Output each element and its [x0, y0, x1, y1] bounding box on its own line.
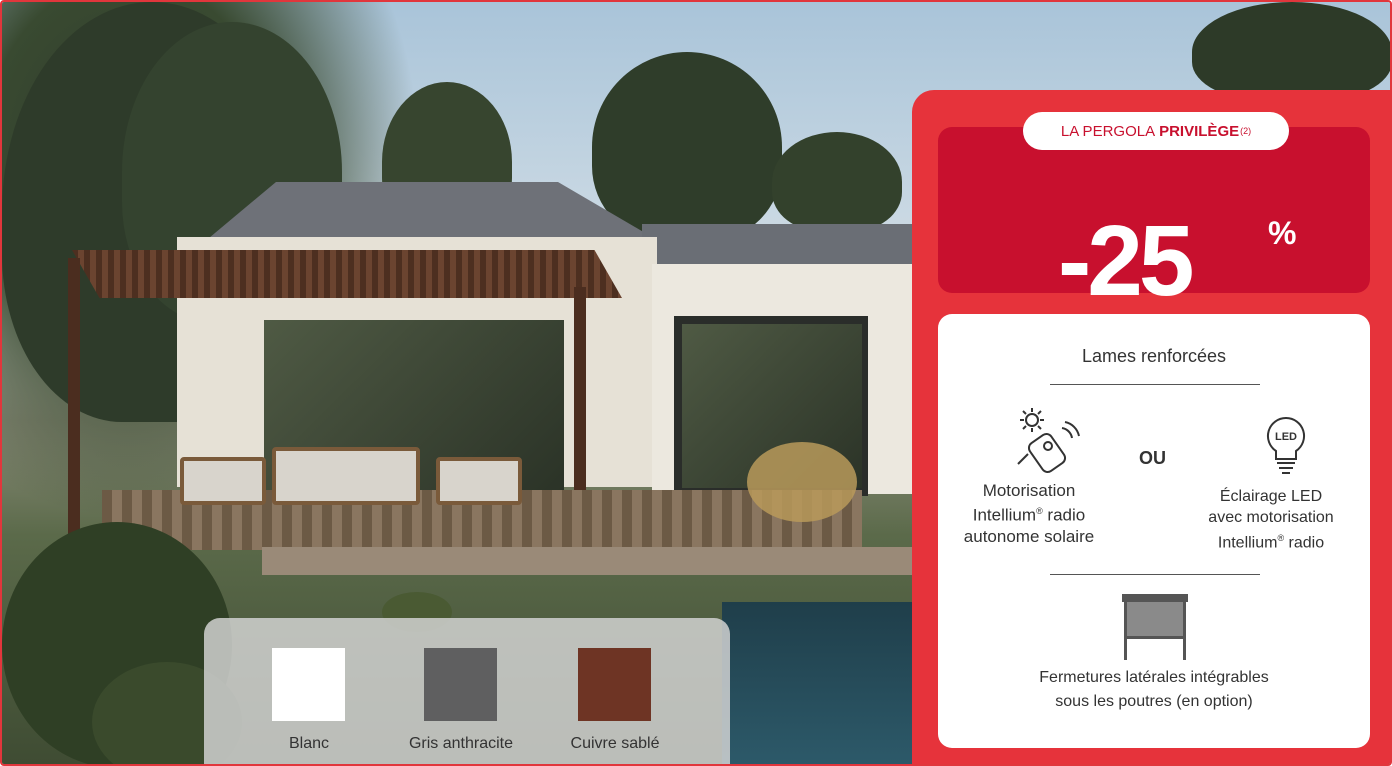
closure-text: Fermetures latérales intégrables sous le…: [938, 666, 1370, 714]
registered-mark: ®: [1036, 506, 1043, 516]
discount-value: -25: [1058, 205, 1195, 317]
option-motorisation: Motorisation Intellium® radio autonome s…: [944, 480, 1114, 547]
percent-sign: %: [1268, 215, 1297, 251]
option-a-line2: Intellium® radio: [944, 501, 1114, 526]
swatch-label: Gris anthracite: [408, 735, 514, 752]
option-b-line2: avec motorisation: [1208, 509, 1334, 526]
swatch-gris-anthracite: [424, 648, 497, 721]
option-b-radio: radio: [1284, 534, 1325, 552]
or-label: OU: [1139, 448, 1166, 468]
deck-step: [262, 547, 922, 575]
swatch-label: Blanc: [288, 735, 330, 752]
promo-panel: -25 % LA PERGOLA PRIVILÈGE (2) Lames ren…: [912, 90, 1390, 764]
badge-note: (2): [1240, 126, 1252, 136]
led-icon-text: LED: [1275, 431, 1297, 443]
pergola-roof: [72, 250, 622, 298]
badge-prefix: LA PERGOLA: [1060, 122, 1156, 140]
swatch-label: Cuivre sablé: [570, 735, 660, 752]
pine-tree: [1192, 2, 1390, 102]
armchair: [180, 457, 266, 505]
features-title: Lames renforcées: [1081, 346, 1227, 366]
color-swatches: Blanc Gris anthracite Cuivre sablé: [204, 618, 730, 764]
option-b-line1: Éclairage LED: [1219, 488, 1323, 505]
sofa: [272, 447, 420, 505]
house-roof: [642, 224, 912, 266]
offer-badge: LA PERGOLA PRIVILÈGE (2): [1023, 112, 1289, 150]
discount-box: -25 %: [938, 127, 1370, 311]
pergola-post: [68, 258, 80, 544]
divider: [1050, 384, 1260, 385]
features-card: Lames renforcées OU LED Motorisation Int…: [938, 314, 1370, 748]
option-a-brand: Intellium: [972, 505, 1037, 525]
promo-banner: Blanc Gris anthracite Cuivre sablé -25 %…: [0, 0, 1392, 766]
option-a-line1: Motorisation: [982, 481, 1076, 500]
option-a-line3: autonome solaire: [963, 526, 1095, 546]
option-b-brand: Intellium: [1217, 534, 1278, 552]
option-b-line3: Intellium® radio: [1168, 528, 1374, 553]
side-closure-icon: [1122, 594, 1188, 660]
pine-tree: [592, 52, 782, 242]
armchair: [436, 457, 522, 505]
badge-bold: PRIVILÈGE: [1159, 122, 1240, 140]
ornamental-grass: [747, 442, 857, 522]
closure-line1: Fermetures latérales intégrables: [1039, 669, 1269, 686]
option-led: Éclairage LED avec motorisation Intelliu…: [1168, 486, 1374, 553]
swimming-pool: [722, 602, 922, 764]
swatch-cuivre-sable: [578, 648, 651, 721]
closure-line2: sous les poutres (en option): [1055, 693, 1253, 710]
swatch-blanc: [272, 648, 345, 721]
led-bulb-icon: LED: [1266, 416, 1306, 474]
pine-tree: [772, 132, 902, 232]
solar-remote-icon: [1017, 408, 1080, 474]
option-a-radio: radio: [1042, 505, 1086, 525]
divider: [1050, 574, 1260, 575]
